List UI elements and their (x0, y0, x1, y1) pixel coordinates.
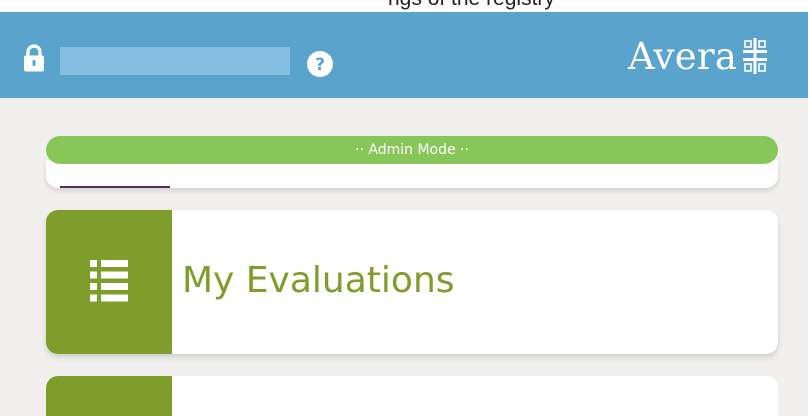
svg-text:?: ? (315, 55, 325, 75)
previous-menu-card[interactable] (46, 160, 778, 188)
cropped-top-strip: ngs of the registry (0, 0, 808, 12)
next-card-icon-tile (46, 376, 172, 416)
next-menu-card[interactable] (46, 376, 778, 416)
lock-icon[interactable] (22, 43, 46, 73)
previous-card-accent (60, 186, 170, 188)
cropped-top-text: ngs of the registry (388, 0, 555, 11)
avera-cross-icon (743, 38, 768, 74)
list-icon (90, 260, 128, 302)
brand-logo: Avera (628, 28, 768, 84)
menu-card-label: My Evaluations (182, 260, 455, 301)
menu-card-my-evaluations[interactable]: My Evaluations (46, 210, 778, 354)
admin-mode-banner: ·· Admin Mode ·· (46, 136, 778, 164)
user-name-field (60, 47, 290, 75)
question-circle-icon[interactable]: ? (306, 50, 334, 78)
menu-card-icon-tile (46, 210, 172, 354)
brand-name: Avera (628, 34, 738, 78)
